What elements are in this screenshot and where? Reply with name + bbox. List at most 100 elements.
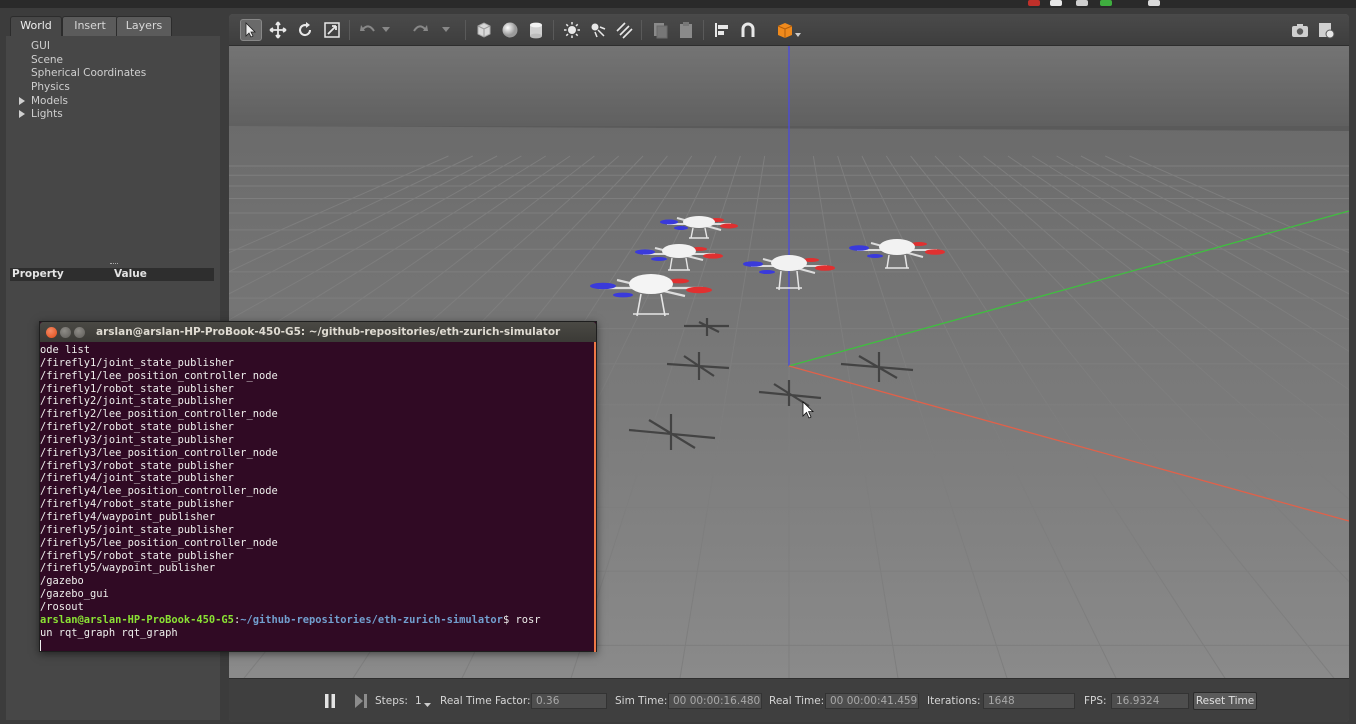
terminal-line: /firefly4/robot_state_publisher — [40, 498, 234, 511]
directional-light-icon[interactable] — [613, 19, 635, 41]
tree-item-label: Physics — [31, 81, 70, 94]
battery-indicator-icon[interactable] — [1148, 0, 1160, 6]
pause-button[interactable] — [323, 693, 337, 709]
terminal-scrollbar[interactable] — [594, 342, 596, 652]
terminal-title: arslan@arslan-HP-ProBook-450-G5: ~/githu… — [96, 326, 561, 338]
tab-insert[interactable]: Insert — [62, 16, 118, 36]
panel-splitter-handle[interactable] — [110, 263, 118, 266]
prompt-command: $ rosr — [502, 613, 541, 626]
real-time-label: Real Time: — [769, 695, 825, 707]
cylinder-shape-icon[interactable] — [525, 19, 547, 41]
panel-tabs: World Insert Layers — [6, 14, 220, 36]
minimize-icon[interactable] — [60, 327, 71, 338]
world-tree: GUI Scene Spherical Coordinates Physics … — [6, 36, 220, 268]
select-arrow-icon[interactable] — [240, 19, 262, 41]
step-button[interactable] — [353, 693, 369, 709]
close-icon[interactable] — [46, 327, 57, 338]
pause-icon — [325, 694, 335, 708]
tree-item-physics[interactable]: Physics — [6, 81, 220, 95]
system-top-bar — [0, 0, 1356, 8]
gazebo-window: World Insert Layers GUI Scene Spherical … — [0, 0, 1356, 724]
green-indicator-icon[interactable] — [1100, 0, 1112, 6]
tree-item-gui[interactable]: GUI — [6, 40, 220, 54]
property-table-header: Property Value — [10, 268, 214, 281]
tree-item-lights[interactable]: Lights — [6, 108, 220, 122]
toolbar-separator — [349, 20, 350, 40]
paste-icon[interactable] — [675, 19, 697, 41]
copy-icon[interactable] — [649, 19, 671, 41]
tab-layers[interactable]: Layers — [116, 16, 172, 36]
undo-icon[interactable] — [357, 19, 379, 41]
tab-world[interactable]: World — [10, 16, 62, 36]
tree-item-label: GUI — [31, 40, 50, 52]
terminal-line: /firefly5/waypoint_publisher — [40, 562, 216, 575]
terminal-output[interactable]: ode list/firefly1/joint_state_publisher /… — [40, 342, 596, 652]
prompt-path: ~/github-repositories/eth-zurich-simulat… — [240, 613, 503, 626]
terminal-window[interactable]: arslan@arslan-HP-ProBook-450-G5: ~/githu… — [39, 321, 597, 652]
terminal-line: /firefly1/lee_position_controller_node — [40, 369, 278, 382]
terminal-titlebar[interactable]: arslan@arslan-HP-ProBook-450-G5: ~/githu… — [40, 322, 596, 342]
iterations-label: Iterations: — [927, 695, 981, 707]
terminal-cursor-line — [40, 639, 596, 652]
window-indicator-icon[interactable] — [1050, 0, 1062, 6]
scale-icon[interactable] — [321, 19, 343, 41]
terminal-line: /firefly4/waypoint_publisher — [40, 510, 216, 523]
tree-item-spherical-coordinates[interactable]: Spherical Coordinates — [6, 67, 220, 81]
terminal-line: /firefly3/lee_position_controller_node — [40, 446, 278, 459]
steps-dropdown-icon[interactable] — [424, 703, 431, 708]
screenshot-icon[interactable] — [1289, 19, 1311, 41]
toolbar-separator — [553, 20, 554, 40]
terminal-line: /gazebo_gui — [40, 588, 109, 601]
prompt-user: arslan@arslan-HP-ProBook-450-G5 — [40, 613, 234, 626]
fps-field: 16.9324 — [1111, 693, 1189, 709]
spot-light-icon[interactable] — [587, 19, 609, 41]
real-time-factor-field: 0.36 — [531, 693, 607, 709]
real-time-factor-label: Real Time Factor: — [440, 695, 531, 707]
align-icon[interactable] — [711, 19, 733, 41]
redo-icon[interactable] — [409, 19, 431, 41]
reset-time-button[interactable]: Reset Time — [1193, 692, 1257, 710]
maximize-icon[interactable] — [74, 327, 85, 338]
tree-item-label: Lights — [31, 108, 63, 121]
rotate-icon[interactable] — [294, 19, 316, 41]
tree-item-models[interactable]: Models — [6, 95, 220, 109]
property-column-header[interactable]: Property — [12, 268, 64, 281]
red-indicator-icon[interactable] — [1028, 0, 1040, 6]
fps-label: FPS: — [1084, 695, 1107, 707]
snap-icon[interactable] — [737, 19, 759, 41]
tree-item-label: Spherical Coordinates — [31, 67, 147, 80]
sphere-shape-icon[interactable] — [499, 19, 521, 41]
terminal-prompt-line: arslan@arslan-HP-ProBook-450-G5:~/github… — [40, 614, 596, 627]
terminal-line: /firefly2/robot_state_publisher — [40, 421, 234, 434]
terminal-line: /firefly2/joint_state_publisher — [40, 395, 234, 408]
toolbar-separator — [703, 20, 704, 40]
network-indicator-icon[interactable] — [1076, 0, 1088, 6]
tree-item-label: Scene — [31, 53, 64, 66]
translate-icon[interactable] — [267, 19, 289, 41]
steps-label: Steps: — [375, 695, 408, 707]
expand-arrow-icon[interactable] — [19, 96, 25, 105]
sim-time-field: 00 00:00:16.480 — [668, 693, 762, 709]
terminal-line: /firefly2/lee_position_controller_node — [40, 408, 278, 421]
box-shape-icon[interactable] — [473, 19, 495, 41]
simulation-status-bar: Steps: 1 Real Time Factor: 0.36 Sim Time… — [229, 678, 1349, 722]
step-forward-icon — [355, 694, 367, 708]
terminal-line: /rosout — [40, 600, 84, 613]
point-light-icon[interactable] — [561, 19, 583, 41]
redo-dropdown-icon[interactable] — [441, 19, 451, 41]
iterations-field: 1648 — [983, 693, 1075, 709]
steps-spinbox[interactable]: 1 — [415, 695, 422, 707]
sim-time-label: Sim Time: — [615, 695, 668, 707]
undo-dropdown-icon[interactable] — [381, 19, 391, 41]
toolbar-separator — [641, 20, 642, 40]
view-angle-icon[interactable] — [773, 19, 803, 41]
viewport-toolbar — [229, 14, 1349, 46]
record-icon[interactable] — [1315, 19, 1337, 41]
terminal-line: /firefly4/joint_state_publisher — [40, 472, 234, 485]
expand-arrow-icon[interactable] — [19, 110, 25, 119]
terminal-line: /firefly5/robot_state_publisher — [40, 549, 234, 562]
value-column-header[interactable]: Value — [114, 268, 147, 281]
terminal-line: /firefly4/lee_position_controller_node — [40, 485, 278, 498]
tree-item-scene[interactable]: Scene — [6, 54, 220, 68]
real-time-field: 00 00:00:41.459 — [825, 693, 919, 709]
